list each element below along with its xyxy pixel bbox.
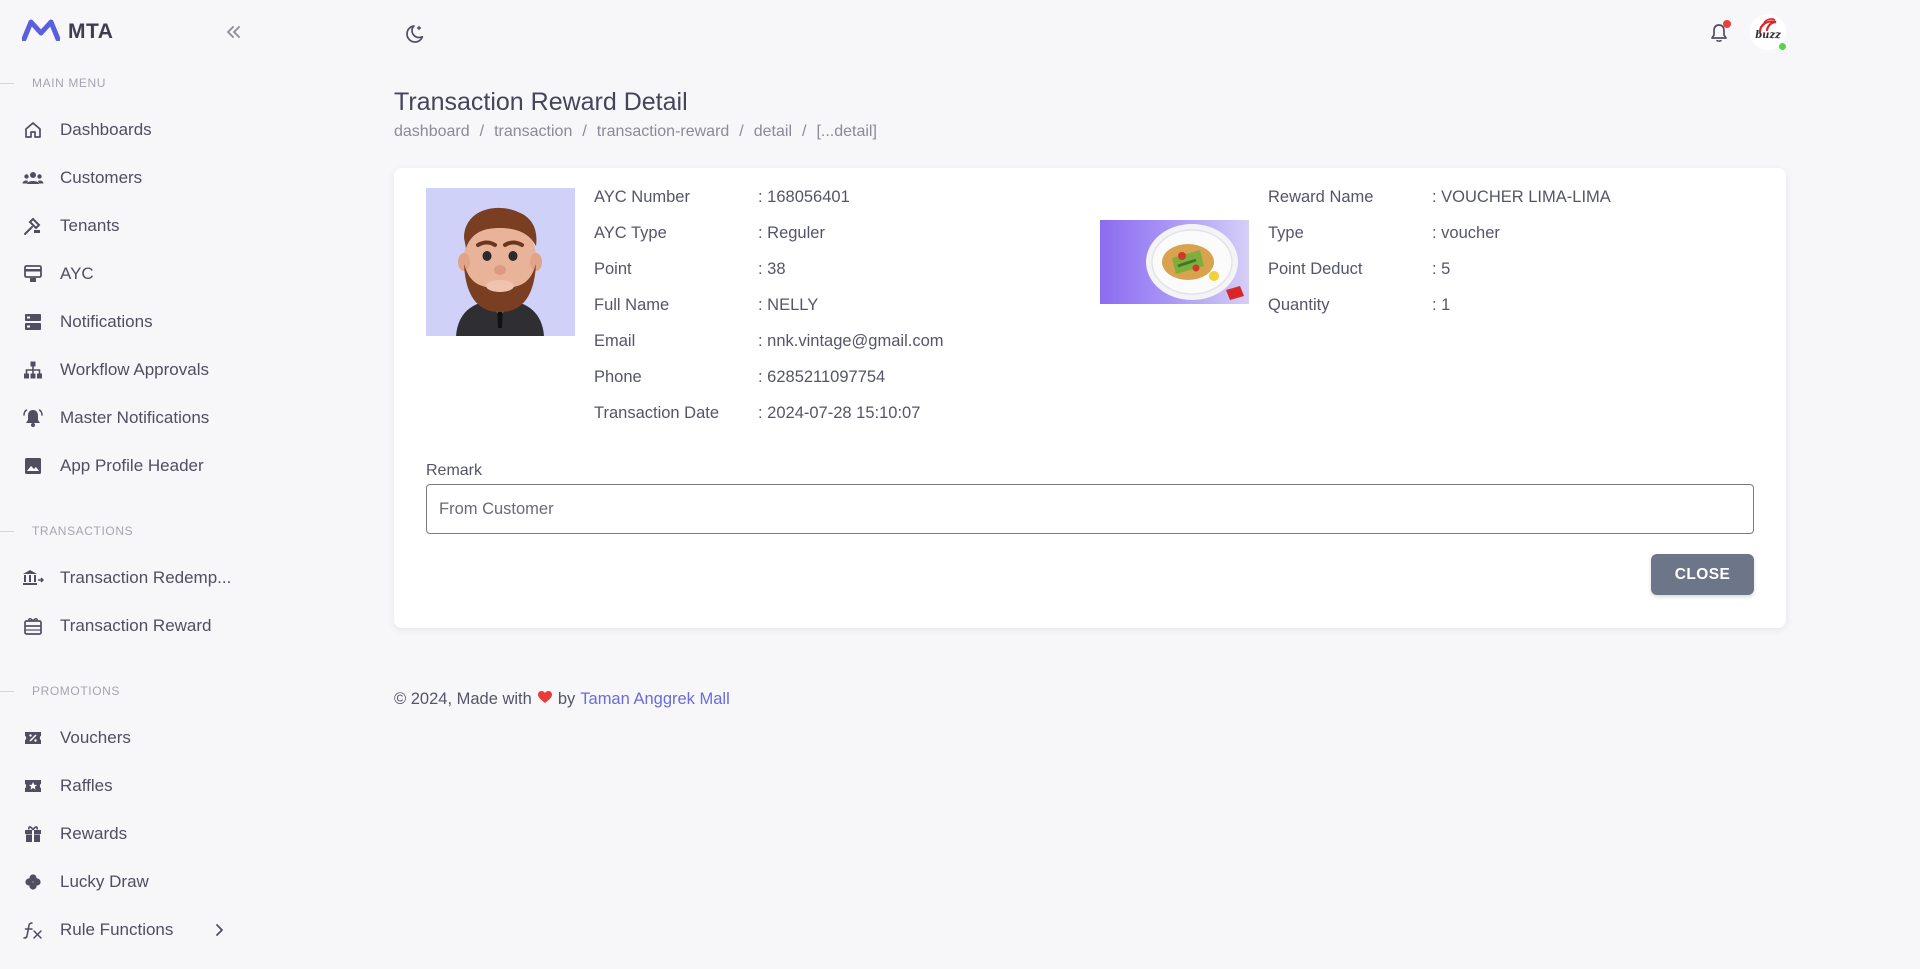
image-icon — [22, 455, 44, 477]
sidebar-item-ayc[interactable]: AYC — [22, 254, 240, 294]
chevrons-left-icon — [227, 26, 240, 38]
sidebar-item-label: App Profile Header — [60, 456, 204, 475]
reward-photo — [1100, 220, 1249, 304]
sidebar-item-workflow-approvals[interactable]: Workflow Approvals — [22, 350, 240, 390]
card-reader-icon — [22, 263, 44, 285]
sidebar-item-rule-functions[interactable]: Rule Functions — [22, 910, 240, 950]
notifications-button[interactable] — [1706, 20, 1732, 46]
sidebar-item-label: AYC — [60, 264, 94, 283]
sidebar-item-app-profile-header[interactable]: App Profile Header — [22, 446, 240, 486]
brand-name: MTA — [68, 20, 114, 43]
sidebar-item-label: Tenants — [60, 216, 120, 235]
reward-info: Reward Name: VOUCHER LIMA-LIMA Type: vou… — [1268, 188, 1611, 314]
sidebar-item-label: Customers — [60, 168, 143, 187]
detail-card: AYC Number: 168056401 AYC Type: Reguler … — [394, 168, 1786, 628]
section-title-main: MAIN MENU — [0, 74, 240, 92]
page-title: Transaction Reward Detail — [394, 88, 688, 116]
sidebar-item-label: Lucky Draw — [60, 872, 149, 891]
clover-icon — [22, 871, 44, 893]
ticket-percent-icon — [22, 727, 44, 749]
breadcrumb: dashboard / transaction / transaction-re… — [394, 123, 877, 141]
sidebar-item-label: Dashboards — [60, 120, 152, 139]
gift-icon — [22, 823, 44, 845]
theme-toggle-button[interactable] — [400, 20, 428, 48]
brand-logo-icon — [21, 19, 61, 46]
sidebar-item-label: Rule Functions — [60, 920, 174, 939]
users-icon — [22, 167, 44, 189]
sidebar: MTA MAIN MENU Dashboards Customers Tenan… — [0, 0, 260, 969]
close-button[interactable]: CLOSE — [1651, 554, 1754, 595]
bank-transfer-icon — [22, 567, 44, 589]
remark-label: Remark — [426, 462, 483, 479]
section-title-transactions: TRANSACTIONS — [0, 522, 240, 540]
remark-input[interactable] — [426, 484, 1754, 534]
sidebar-item-label: Master Notifications — [60, 408, 210, 427]
online-status-dot — [1778, 42, 1787, 51]
sidebar-item-label: Transaction Reward — [60, 616, 212, 635]
gift-card-icon — [22, 615, 44, 637]
sidebar-item-lucky-draw[interactable]: Lucky Draw — [22, 862, 240, 902]
footer: © 2024, Made with by Taman Anggrek Mall — [394, 690, 730, 709]
heart-icon — [537, 690, 553, 709]
sidebar-item-customers[interactable]: Customers — [22, 158, 240, 198]
customer-photo — [426, 188, 575, 336]
sidebar-item-label: Workflow Approvals — [60, 360, 209, 379]
server-icon — [22, 311, 44, 333]
sidebar-item-transaction-redemption[interactable]: Transaction Redemp... — [22, 558, 240, 598]
home-icon — [22, 119, 44, 141]
customer-info: AYC Number: 168056401 AYC Type: Reguler … — [594, 188, 944, 422]
sitemap-icon — [22, 359, 44, 381]
breadcrumb-item-transaction[interactable]: transaction — [494, 123, 572, 141]
notification-badge — [1723, 20, 1731, 28]
breadcrumb-item-dashboard[interactable]: dashboard — [394, 123, 470, 141]
function-icon — [22, 919, 44, 941]
sidebar-item-transaction-reward[interactable]: Transaction Reward — [22, 606, 240, 646]
collapse-sidebar-button[interactable] — [220, 19, 246, 45]
sidebar-item-master-notifications[interactable]: Master Notifications — [22, 398, 240, 438]
sidebar-item-label: Transaction Redemp... — [60, 568, 232, 587]
breadcrumb-item-transaction-reward[interactable]: transaction-reward — [597, 123, 730, 141]
footer-link[interactable]: Taman Anggrek Mall — [580, 690, 730, 709]
sidebar-item-label: Vouchers — [60, 728, 131, 747]
sidebar-item-dashboards[interactable]: Dashboards — [22, 110, 240, 150]
breadcrumb-item-detail[interactable]: detail — [754, 123, 792, 141]
sidebar-item-label: Notifications — [60, 312, 153, 331]
sidebar-item-rewards[interactable]: Rewards — [22, 814, 240, 854]
footer-text: © 2024, Made with — [394, 690, 532, 708]
ticket-star-icon — [22, 775, 44, 797]
breadcrumb-item-current: [...detail] — [816, 123, 877, 140]
sidebar-item-label: Rewards — [60, 824, 128, 843]
brand[interactable]: MTA — [21, 18, 114, 46]
sidebar-item-vouchers[interactable]: Vouchers — [22, 718, 240, 758]
section-title-promotions: PROMOTIONS — [0, 682, 240, 700]
user-avatar[interactable]: buzz — [1750, 14, 1787, 51]
bell-ring-icon — [22, 407, 44, 429]
sidebar-item-raffles[interactable]: Raffles — [22, 766, 240, 806]
chevron-right-icon — [210, 921, 228, 944]
footer-by: by — [557, 690, 576, 708]
sidebar-item-tenants[interactable]: Tenants — [22, 206, 240, 246]
svg-text:buzz: buzz — [1755, 30, 1781, 41]
tenants-icon — [22, 215, 44, 237]
sidebar-item-notifications[interactable]: Notifications — [22, 302, 240, 342]
sidebar-item-label: Raffles — [60, 776, 113, 795]
moon-stars-icon — [406, 25, 424, 43]
